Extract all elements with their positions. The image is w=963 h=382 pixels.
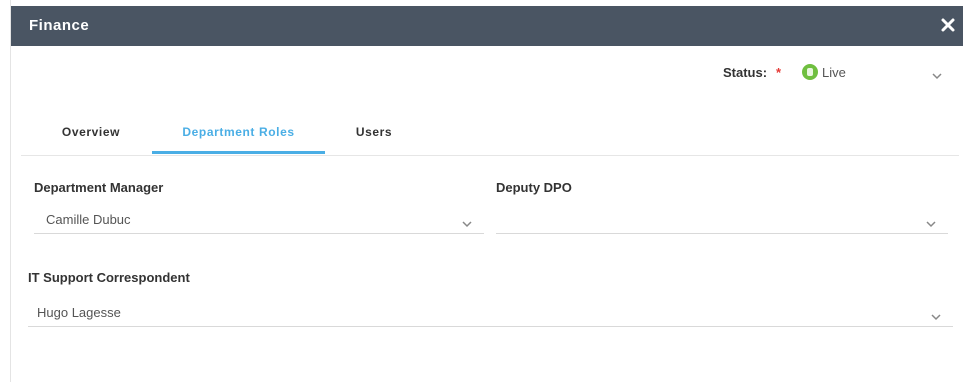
chevron-down-icon [931, 309, 941, 321]
department-dialog: Finance Status: * Live Overview Departme… [10, 0, 963, 382]
status-value: Live [822, 65, 846, 80]
department-manager-value: Camille Dubuc [46, 212, 131, 227]
deputy-dpo-select[interactable] [496, 206, 948, 234]
it-support-correspondent-select[interactable]: Hugo Lagesse [28, 299, 953, 327]
it-support-correspondent-value: Hugo Lagesse [37, 305, 121, 320]
tab-users[interactable]: Users [334, 112, 414, 154]
it-support-correspondent-label: IT Support Correspondent [28, 270, 190, 285]
status-row[interactable]: Status: * Live [11, 63, 963, 83]
tab-overview[interactable]: Overview [41, 112, 141, 154]
tab-department-roles[interactable]: Department Roles [152, 112, 325, 154]
live-status-icon [802, 64, 818, 80]
department-manager-label: Department Manager [34, 180, 164, 195]
close-icon[interactable] [938, 15, 958, 35]
status-label: Status: [723, 65, 768, 80]
chevron-down-icon [462, 216, 472, 228]
chevron-down-icon[interactable] [932, 68, 942, 80]
chevron-down-icon [926, 216, 936, 228]
dialog-title: Finance [29, 17, 90, 34]
dialog-header: Finance [11, 6, 963, 46]
background-strip [0, 0, 10, 382]
required-marker: * [776, 65, 782, 80]
deputy-dpo-label: Deputy DPO [496, 180, 572, 195]
tab-bar: Overview Department Roles Users [21, 112, 959, 156]
department-manager-select[interactable]: Camille Dubuc [34, 206, 484, 234]
